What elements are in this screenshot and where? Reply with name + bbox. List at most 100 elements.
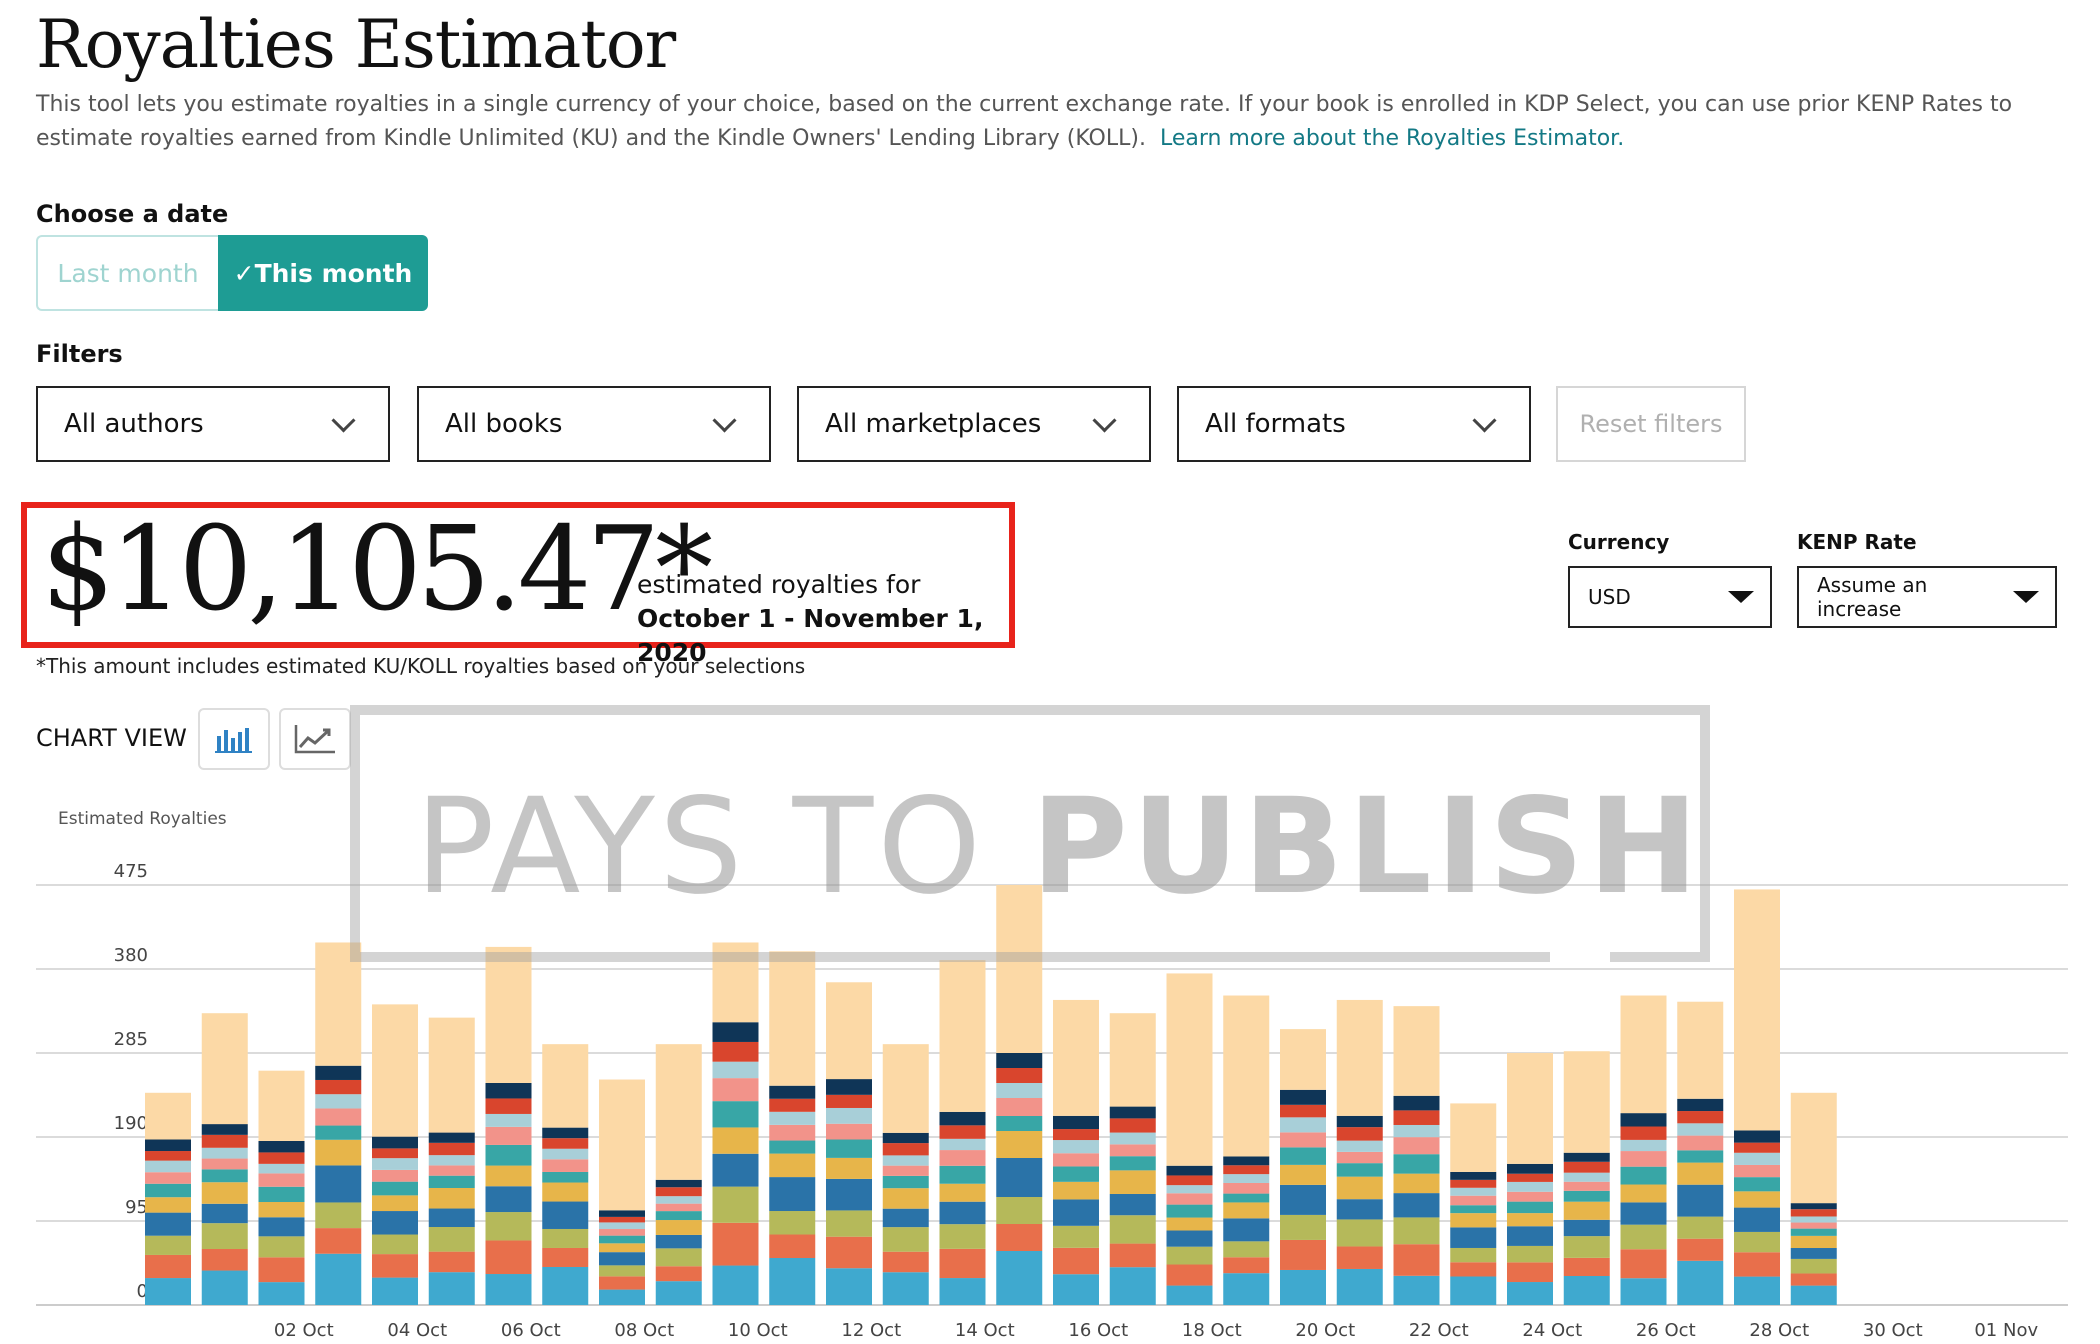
- bar-segment: [1166, 1204, 1213, 1218]
- bar-segment: [315, 1139, 362, 1166]
- books-filter-dropdown[interactable]: All books: [417, 386, 771, 462]
- bar-segment: [315, 1108, 362, 1126]
- stacked-bar[interactable]: [1223, 995, 1270, 1305]
- x-tick-label: 02 Oct: [274, 1320, 334, 1341]
- bar-segment: [428, 1132, 475, 1143]
- bar-segment: [1280, 1147, 1326, 1165]
- bar-segment: [145, 1160, 191, 1173]
- stacked-bar[interactable]: [655, 1044, 702, 1305]
- caret-down-icon: [2013, 591, 2039, 603]
- bar-segment: [485, 1240, 532, 1275]
- bar-segment: [1790, 1216, 1837, 1223]
- bar-segment: [1393, 1244, 1440, 1276]
- stacked-bar[interactable]: [769, 951, 816, 1305]
- bar-segment: [258, 1202, 305, 1218]
- stacked-bar[interactable]: [542, 1044, 589, 1305]
- stacked-bar[interactable]: [1280, 1029, 1326, 1305]
- bar-segment: [145, 1254, 191, 1279]
- stacked-bar[interactable]: [1790, 1092, 1837, 1305]
- kenp-rate-select[interactable]: Assume an increase: [1797, 566, 2057, 628]
- bar-segment: [201, 1203, 248, 1224]
- bar-segment: [145, 1139, 191, 1152]
- stacked-bar[interactable]: [882, 1044, 929, 1305]
- bar-segment: [826, 982, 872, 1080]
- stacked-bar[interactable]: [1734, 889, 1780, 1305]
- stacked-bar[interactable]: [1336, 999, 1383, 1305]
- stacked-bar[interactable]: [1450, 1103, 1497, 1305]
- bar-segment: [258, 1070, 305, 1141]
- bar-segment: [542, 1247, 589, 1267]
- stacked-bar[interactable]: [485, 946, 532, 1305]
- bar-segment: [258, 1186, 305, 1203]
- authors-filter-dropdown[interactable]: All authors: [36, 386, 390, 462]
- bar-segment: [599, 1216, 645, 1223]
- bar-segment: [315, 1228, 362, 1254]
- bar-segment: [542, 1148, 589, 1160]
- bar-segment: [769, 1258, 816, 1305]
- bar-segment: [599, 1229, 645, 1236]
- intro-text: This tool lets you estimate royalties in…: [36, 88, 2066, 156]
- caret-down-icon: [1728, 591, 1754, 603]
- stacked-bar[interactable]: [826, 982, 872, 1305]
- bar-segment: [1563, 1219, 1610, 1237]
- bar-segment: [1393, 1095, 1440, 1111]
- bar-segment: [882, 1155, 929, 1166]
- stacked-bar[interactable]: [315, 942, 362, 1305]
- bar-segment: [1507, 1213, 1553, 1227]
- chart-bars: [145, 885, 1837, 1305]
- bar-segment: [939, 1165, 986, 1184]
- x-tick-label: 04 Oct: [387, 1320, 447, 1341]
- bar-segment: [1450, 1103, 1497, 1172]
- stacked-bar[interactable]: [428, 1017, 475, 1305]
- bar-segment: [712, 942, 759, 1023]
- stacked-bar[interactable]: [1507, 1053, 1553, 1305]
- learn-more-link[interactable]: Learn more about the Royalties Estimator…: [1160, 126, 1624, 151]
- bar-segment: [1393, 1110, 1440, 1125]
- bar-segment: [1734, 1177, 1780, 1192]
- currency-select[interactable]: USD: [1568, 566, 1772, 628]
- bar-segment: [542, 1171, 589, 1183]
- bar-segment: [1166, 1185, 1213, 1194]
- bar-segment: [315, 1079, 362, 1095]
- bar-segment: [1790, 1092, 1837, 1204]
- last-month-button[interactable]: Last month: [36, 235, 218, 311]
- stacked-bar[interactable]: [599, 1079, 645, 1305]
- this-month-button[interactable]: ✓This month: [218, 235, 428, 311]
- bar-segment: [372, 1277, 418, 1305]
- stacked-bar[interactable]: [1677, 1001, 1724, 1305]
- stacked-bar[interactable]: [1563, 1051, 1610, 1305]
- stacked-bar[interactable]: [712, 942, 759, 1305]
- stacked-bar[interactable]: [1166, 973, 1213, 1305]
- bar-segment: [939, 1224, 986, 1249]
- bar-segment: [1677, 1238, 1724, 1261]
- bar-segment: [882, 1175, 929, 1189]
- bar-chart-view-button[interactable]: [198, 708, 270, 770]
- bar-segment: [145, 1212, 191, 1236]
- formats-filter-dropdown[interactable]: All formats: [1177, 386, 1531, 462]
- bar-segment: [145, 1183, 191, 1198]
- stacked-bar[interactable]: [1053, 999, 1099, 1305]
- stacked-bar[interactable]: [258, 1070, 305, 1305]
- stacked-bar[interactable]: [201, 1013, 248, 1305]
- bar-segment: [201, 1124, 248, 1135]
- bar-segment: [1507, 1226, 1553, 1246]
- stacked-bar[interactable]: [372, 1004, 418, 1305]
- x-tick-label: 26 Oct: [1636, 1320, 1696, 1341]
- stacked-bar[interactable]: [1109, 1013, 1156, 1305]
- bar-segment: [201, 1169, 248, 1183]
- bar-segment: [599, 1252, 645, 1266]
- stacked-bar[interactable]: [996, 885, 1043, 1305]
- bar-segment: [372, 1211, 418, 1235]
- bar-segment: [1563, 1181, 1610, 1191]
- stacked-bar[interactable]: [939, 960, 986, 1305]
- stacked-bar[interactable]: [1620, 995, 1667, 1305]
- marketplaces-filter-dropdown[interactable]: All marketplaces: [797, 386, 1151, 462]
- royalties-bar-chart: Estimated Royalties 095190285380475 02 O…: [36, 809, 2068, 1341]
- bar-segment: [599, 1289, 645, 1305]
- reset-filters-button[interactable]: Reset filters: [1556, 386, 1746, 462]
- line-chart-view-button[interactable]: [279, 708, 351, 770]
- bar-segment: [1734, 1191, 1780, 1208]
- stacked-bar[interactable]: [145, 1092, 191, 1305]
- stacked-bar[interactable]: [1393, 1006, 1440, 1305]
- bar-segment: [1166, 1246, 1213, 1265]
